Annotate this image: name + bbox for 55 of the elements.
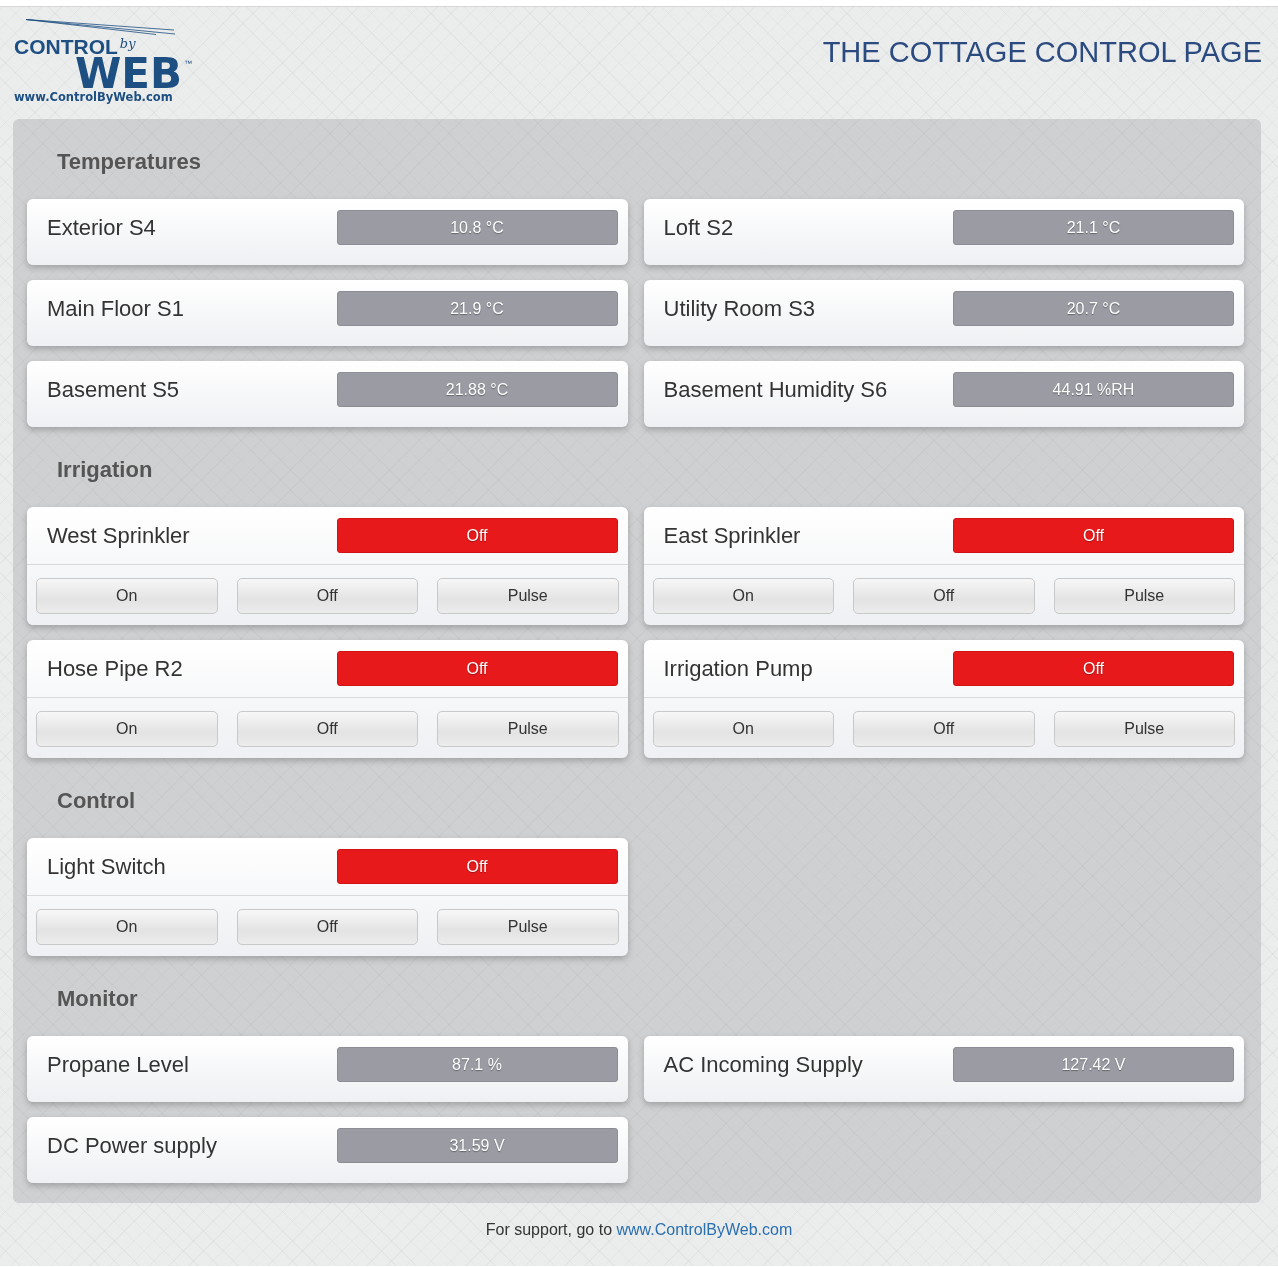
logo-wordmark: WEB [75, 57, 183, 90]
control-button[interactable]: On [36, 711, 218, 747]
relay-label: West Sprinkler [47, 522, 190, 549]
control-button[interactable]: On [36, 578, 218, 614]
value-readout: 127.42 V [953, 1047, 1234, 1082]
relay-status: Off [953, 651, 1234, 686]
relay-status: Off [953, 518, 1234, 553]
sensor-label: Propane Level [47, 1051, 189, 1078]
control-button[interactable]: Pulse [437, 909, 619, 945]
sensor-label: Exterior S4 [47, 214, 156, 241]
control-button[interactable]: Pulse [437, 711, 619, 747]
value-readout: 21.9 °C [336, 291, 618, 326]
control-button[interactable]: On [652, 711, 834, 747]
logo-wordmark: CONTROL [14, 38, 118, 55]
control-button[interactable]: Off [853, 578, 1035, 614]
logo-url: www.ControlByWeb.com [14, 90, 173, 104]
support-link[interactable]: www.ControlByWeb.com [616, 1221, 793, 1238]
relay-status: Off [336, 651, 618, 686]
control-button[interactable]: Pulse [1053, 711, 1235, 747]
section-heading: Temperatures [57, 149, 201, 175]
relay-status: Off [336, 849, 618, 884]
control-button[interactable]: On [36, 909, 218, 945]
value-readout: 10.8 °C [336, 210, 618, 245]
sensor-label: Loft S2 [663, 214, 734, 241]
logo-by-text: by [119, 36, 136, 51]
relay-label: East Sprinkler [663, 522, 801, 549]
support-text: For support, go to www.ControlByWeb.com [485, 1220, 793, 1240]
value-readout: 21.88 °C [336, 372, 618, 407]
sensor-label: Main Floor S1 [47, 295, 184, 322]
value-readout: 20.7 °C [953, 291, 1234, 326]
relay-label: Hose Pipe R2 [47, 655, 183, 682]
sensor-label: Basement Humidity S6 [663, 376, 888, 403]
sensor-label: Utility Room S3 [663, 295, 816, 322]
relay-status: Off [336, 518, 618, 553]
control-button[interactable]: Off [236, 578, 418, 614]
sensor-label: AC Incoming Supply [663, 1051, 863, 1078]
sensor-label: Basement S5 [47, 376, 180, 403]
value-readout: 87.1 % [336, 1047, 618, 1082]
control-button[interactable]: On [652, 578, 834, 614]
section-heading: Control [57, 788, 136, 814]
control-button[interactable]: Pulse [437, 578, 619, 614]
sensor-label: DC Power supply [47, 1132, 217, 1159]
control-button[interactable]: Off [236, 909, 418, 945]
relay-label: Irrigation Pump [663, 655, 813, 682]
value-readout: 21.1 °C [953, 210, 1234, 245]
control-button[interactable]: Pulse [1053, 578, 1235, 614]
section-heading: Monitor [57, 986, 138, 1012]
trademark-text: ™ [184, 60, 193, 68]
relay-label: Light Switch [47, 853, 166, 880]
section-heading: Irrigation [57, 457, 153, 483]
control-button[interactable]: Off [236, 711, 418, 747]
value-readout: 44.91 %RH [953, 372, 1234, 407]
page-title: THE COTTAGE CONTROL PAGE [822, 35, 1262, 69]
control-button[interactable]: Off [853, 711, 1035, 747]
value-readout: 31.59 V [336, 1128, 618, 1163]
